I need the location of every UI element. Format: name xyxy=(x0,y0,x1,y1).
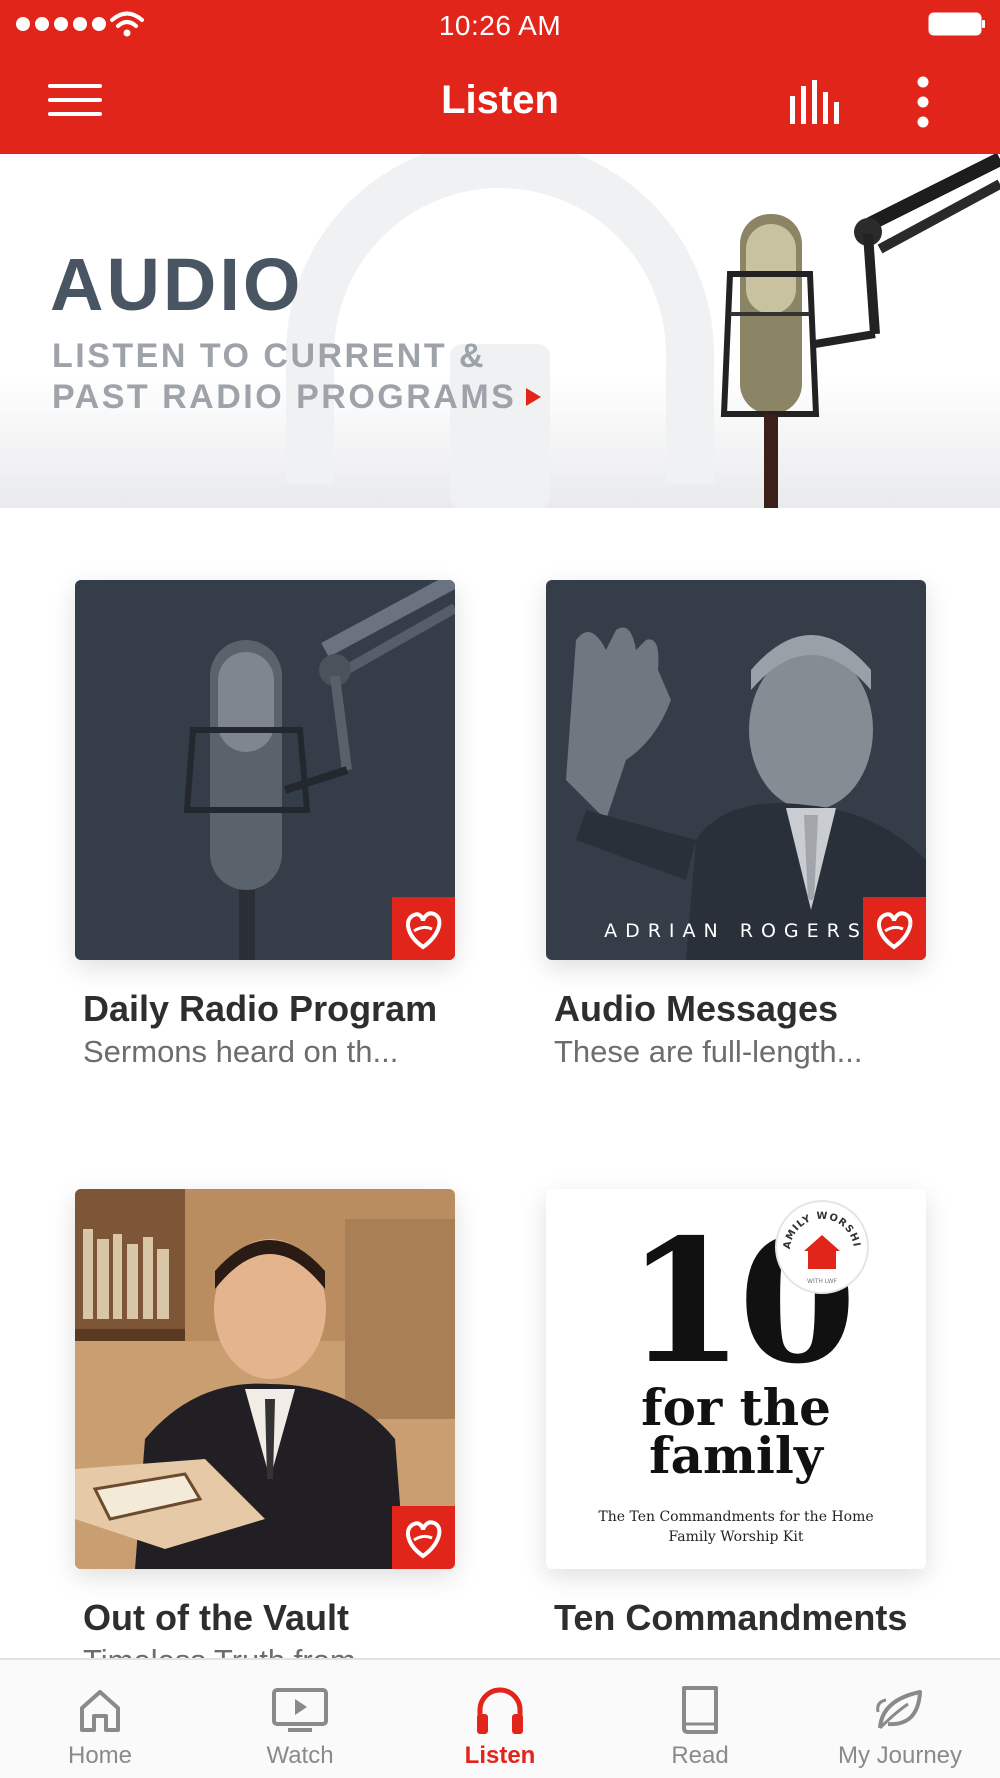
page-title: Listen xyxy=(441,78,559,122)
card-out-of-the-vault[interactable]: Out of the Vault Timeless Truth from... xyxy=(75,1189,455,1682)
tab-read[interactable]: Read xyxy=(600,1660,800,1778)
microphone-image xyxy=(720,154,1000,508)
home-icon xyxy=(80,1690,120,1732)
headphones-icon xyxy=(477,1687,523,1734)
status-time: 10:26 AM xyxy=(438,10,562,41)
tab-label: My Journey xyxy=(837,1742,963,1769)
tab-label: Watch xyxy=(266,1742,334,1769)
ltw-logo-icon xyxy=(863,897,926,960)
tab-label: Read xyxy=(671,1742,729,1769)
equalizer-icon[interactable] xyxy=(788,80,846,124)
card-description: Sermons heard on th... xyxy=(83,1034,399,1069)
tab-listen[interactable]: Listen xyxy=(400,1660,600,1778)
card-description: These are full-length... xyxy=(554,1034,863,1069)
card-ten-commandments[interactable]: 10 for the family The Ten Commandments f… xyxy=(546,1189,926,1640)
svg-text:WITH LWF: WITH LWF xyxy=(807,1278,838,1285)
tab-label: Home xyxy=(67,1742,133,1769)
card-daily-radio[interactable]: Daily Radio Program Sermons heard on th.… xyxy=(75,580,455,1073)
more-vertical-icon[interactable] xyxy=(908,76,938,128)
book-icon xyxy=(682,1686,718,1734)
cover-subtitle-line1: The Ten Commandments for the Home xyxy=(598,1509,874,1525)
ltw-logo-icon xyxy=(392,1506,455,1569)
audio-banner[interactable]: AUDIO LISTEN TO CURRENT & PAST RADIO PRO… xyxy=(0,154,1000,508)
card-thumbnail[interactable] xyxy=(75,1189,455,1569)
card-title: Ten Commandments xyxy=(554,1597,908,1638)
card-title: Out of the Vault xyxy=(83,1597,349,1638)
leaf-icon xyxy=(876,1690,922,1730)
banner-subtitle-line1: LISTEN TO CURRENT & xyxy=(52,337,487,375)
cover-subtitle: The Ten Commandments for the Home Family… xyxy=(546,1507,926,1547)
card-thumbnail[interactable]: 10 for the family The Ten Commandments f… xyxy=(546,1189,926,1569)
card-thumbnail[interactable] xyxy=(75,580,455,960)
banner-subtitle: LISTEN TO CURRENT & PAST RADIO PROGRAMS xyxy=(52,336,612,418)
banner-subtitle-line2: PAST RADIO PROGRAMS xyxy=(52,378,517,416)
card-title: Audio Messages xyxy=(554,988,839,1029)
status-bar: 10:26 AM xyxy=(0,0,1000,50)
battery-icon xyxy=(928,12,985,36)
ltw-logo-icon xyxy=(392,897,455,960)
banner-title: AUDIO xyxy=(50,243,304,326)
card-title: Daily Radio Program xyxy=(83,988,438,1029)
tab-label: Listen xyxy=(464,1742,536,1769)
top-app-bar: 10:26 AM Listen xyxy=(0,0,1000,154)
tab-watch[interactable]: Watch xyxy=(200,1660,400,1778)
tab-my-journey[interactable]: My Journey xyxy=(800,1660,1000,1778)
play-arrow-icon xyxy=(526,388,542,406)
card-audio-messages[interactable]: ADRIAN ROGERS Audio Messages These are f… xyxy=(546,580,926,1073)
cover-subtitle-line2: Family Worship Kit xyxy=(668,1529,804,1545)
card-thumbnail[interactable]: ADRIAN ROGERS xyxy=(546,580,926,960)
tab-home[interactable]: Home xyxy=(0,1660,200,1778)
ten-for-the-family-cover: 10 for the family The Ten Commandments f… xyxy=(546,1189,926,1569)
cover-line2: family xyxy=(649,1426,823,1485)
bottom-tab-bar: Home Watch Listen Read My Journey xyxy=(0,1658,1000,1778)
watch-icon xyxy=(272,1688,328,1732)
family-worship-badge-icon: FAMILY WORSHIP WITH LWF xyxy=(774,1199,869,1294)
